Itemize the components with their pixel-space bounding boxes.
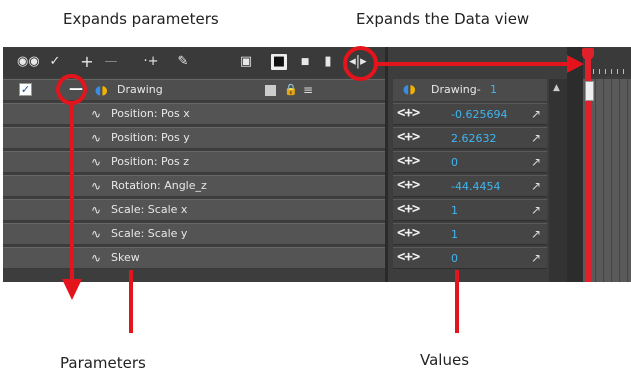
data-view-arrow-head xyxy=(567,55,584,73)
parameters-arrow-head xyxy=(62,279,82,300)
annotation-arrows xyxy=(62,55,584,333)
